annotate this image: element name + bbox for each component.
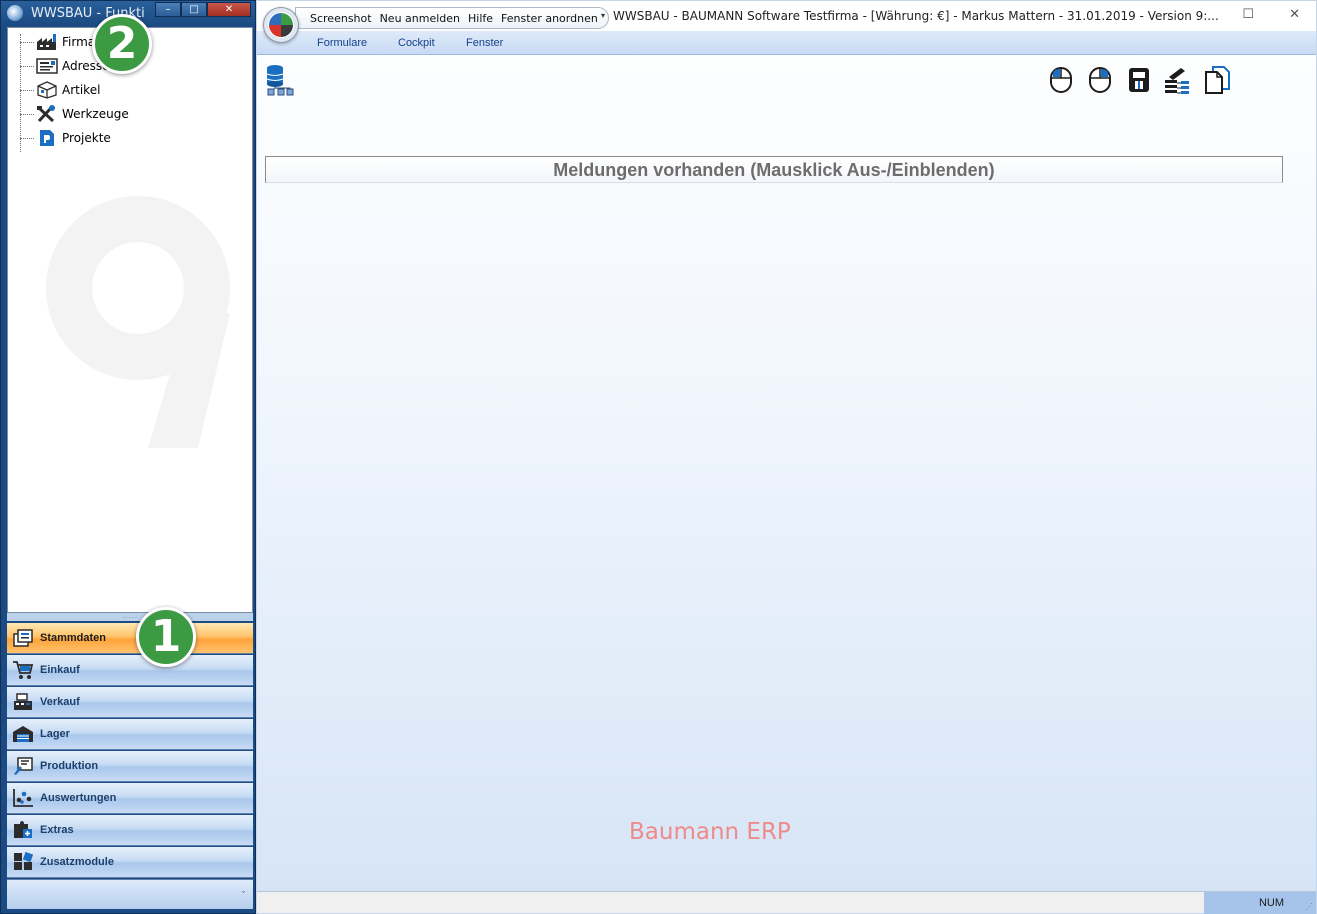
ribbon-tab-strip: Formulare Cockpit Fenster [257, 31, 1316, 55]
resize-grip-icon[interactable]: ⋰ [1305, 902, 1313, 911]
window-caption: WWSBAU - BAUMANN Software Testfirma - [W… [613, 9, 1219, 23]
maximize-button[interactable]: ☐ [1242, 7, 1254, 22]
project-document-icon [36, 129, 58, 147]
mouse-left-icon[interactable] [1046, 63, 1076, 97]
category-label: Lager [40, 728, 70, 740]
shopping-cart-icon [11, 658, 35, 682]
category-label: Zusatzmodule [40, 856, 114, 868]
desktop: WWSBAU - Funkti – □ ✕ Firma Adressen Art… [0, 0, 1317, 914]
messages-toggle-bar[interactable]: Meldungen vorhanden (Mausklick Aus-/Einb… [265, 156, 1283, 183]
category-extras[interactable]: Extras [7, 815, 253, 846]
function-tree: Firma Adressen Artikel Werkzeuge Projekt… [7, 27, 253, 613]
version-9-watermark [46, 196, 230, 448]
tab-cockpit[interactable]: Cockpit [398, 37, 435, 49]
category-label: Verkauf [40, 696, 80, 708]
category-einkauf[interactable]: Einkauf [7, 655, 253, 686]
network-settings-icon[interactable] [1163, 63, 1193, 97]
production-icon [11, 754, 35, 778]
close-button[interactable]: ✕ [207, 2, 251, 17]
step-badge-2: 2 [92, 14, 152, 74]
minimize-button[interactable]: – [155, 2, 181, 17]
tree-item-label: Firma [62, 35, 96, 49]
category-lager[interactable]: Lager [7, 719, 253, 750]
tree-item-firma[interactable]: Firma [20, 31, 95, 53]
customize-toolbar-icon[interactable]: ▾ [601, 11, 605, 20]
main-application-window: Screenshot Neu anmelden Hilfe Fenster an… [256, 0, 1317, 914]
cash-register-icon [11, 690, 35, 714]
quick-screenshot-button[interactable]: Screenshot [310, 12, 372, 25]
copy-document-icon[interactable] [1202, 63, 1232, 97]
box-icon [36, 81, 58, 99]
tree-item-projekte[interactable]: Projekte [20, 127, 111, 149]
pane-splitter[interactable]: ..... [7, 612, 253, 621]
category-produktion[interactable]: Produktion [7, 751, 253, 782]
tab-fenster[interactable]: Fenster [466, 37, 503, 49]
mouse-right-icon[interactable] [1085, 63, 1115, 97]
modules-icon [11, 850, 35, 874]
category-stammdaten[interactable]: Stammdaten [7, 623, 253, 654]
factory-icon [36, 33, 58, 51]
tools-icon [36, 105, 58, 123]
puzzle-icon [11, 818, 35, 842]
category-label: Produktion [40, 760, 99, 772]
step-badge-1: 1 [136, 607, 196, 667]
tree-item-label: Artikel [62, 83, 101, 97]
scanner-icon[interactable] [1124, 63, 1154, 97]
app-globe-icon [7, 5, 23, 21]
category-label: Extras [40, 824, 74, 836]
maximize-button[interactable]: □ [181, 2, 207, 17]
database-tree-icon[interactable] [265, 63, 295, 97]
function-navigator-window: WWSBAU - Funkti – □ ✕ Firma Adressen Art… [0, 0, 256, 914]
chevron-down-icon[interactable]: ˇ [242, 890, 245, 900]
category-zusatzmodule[interactable]: Zusatzmodule [7, 847, 253, 878]
quick-arrange-windows-button[interactable]: Fenster anordnen [501, 12, 598, 25]
category-auswertungen[interactable]: Auswertungen [7, 783, 253, 814]
category-label: Stammdaten [40, 632, 107, 644]
tree-item-label: Projekte [62, 131, 111, 145]
quick-login-button[interactable]: Neu anmelden [380, 12, 460, 25]
close-button[interactable]: ✕ [1289, 7, 1300, 22]
tree-item-label: Werkzeuge [62, 107, 129, 121]
tree-item-werkzeuge[interactable]: Werkzeuge [20, 103, 129, 125]
analysis-icon [11, 786, 35, 810]
application-orb-button[interactable] [263, 7, 299, 43]
quick-help-button[interactable]: Hilfe [468, 12, 493, 25]
category-overflow-bar[interactable]: ˇ [7, 879, 253, 909]
quick-access-toolbar: Screenshot Neu anmelden Hilfe Fenster an… [295, 7, 609, 29]
brand-text: Baumann ERP [629, 819, 791, 845]
tree-item-artikel[interactable]: Artikel [20, 79, 100, 101]
num-lock-indicator: NUM [1258, 897, 1284, 909]
app-quadrant-logo-icon [268, 12, 294, 38]
status-bar: NUM ⋰ [257, 891, 1316, 914]
warehouse-icon [11, 722, 35, 746]
address-card-icon [36, 57, 58, 75]
master-data-icon [11, 626, 35, 650]
category-verkauf[interactable]: Verkauf [7, 687, 253, 718]
category-label: Auswertungen [40, 792, 117, 804]
tab-formulare[interactable]: Formulare [317, 37, 367, 49]
main-titlebar[interactable]: Screenshot Neu anmelden Hilfe Fenster an… [257, 1, 1316, 31]
category-label: Einkauf [40, 664, 80, 676]
